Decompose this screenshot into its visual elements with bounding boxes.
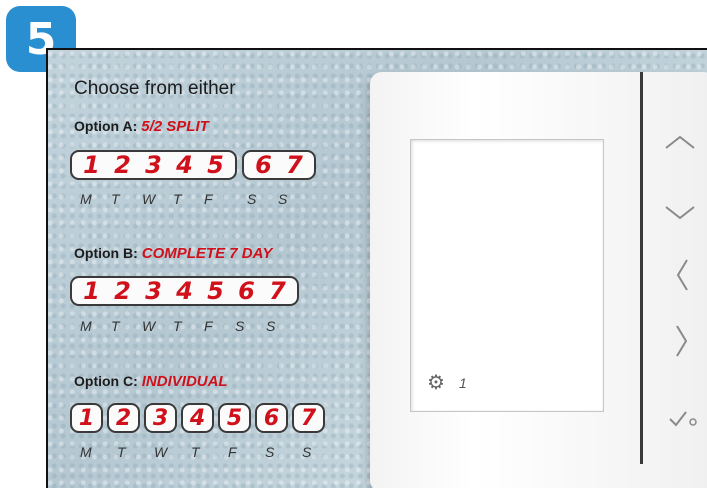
day-number: 3 — [152, 405, 169, 431]
day-number: 4 — [189, 405, 206, 431]
option-a-weekend-group[interactable]: 6 7 — [242, 150, 316, 180]
option-c-day-3[interactable]: 3 — [144, 403, 177, 433]
day-number: 3 — [145, 151, 162, 179]
option-c-day-1[interactable]: 1 — [70, 403, 103, 433]
option-b-name: COMPLETE 7 DAY — [141, 245, 273, 262]
day-number: 1 — [83, 151, 100, 179]
option-c-day-5[interactable]: 5 — [218, 403, 251, 433]
day-number: 7 — [269, 277, 286, 305]
option-a-day-letters: M T W T F S S — [80, 191, 309, 207]
option-b-all-days-group[interactable]: 1 2 3 4 5 6 7 — [70, 276, 299, 306]
day-letter: F — [204, 318, 213, 334]
option-c-day-7[interactable]: 7 — [292, 403, 325, 433]
day-letter: F — [228, 444, 237, 460]
option-b-label: Option B: — [74, 245, 138, 261]
option-c-day-4[interactable]: 4 — [181, 403, 214, 433]
option-c-name: INDIVIDUAL — [141, 373, 228, 390]
day-letter: S — [265, 444, 275, 460]
day-number: 5 — [207, 277, 224, 305]
day-letter: M — [80, 444, 92, 460]
option-a-heading: Option A: 5/2 SPLIT — [74, 118, 209, 135]
day-number: 4 — [176, 151, 193, 179]
option-c-day-groups: 1 2 3 4 5 6 7 — [70, 403, 325, 433]
option-c-day-2[interactable]: 2 — [107, 403, 140, 433]
day-letter: T — [117, 444, 126, 460]
chevron-right-icon[interactable] — [674, 324, 690, 363]
option-c-heading: Option C: INDIVIDUAL — [74, 373, 228, 390]
day-number: 7 — [300, 405, 317, 431]
instruction-panel: Choose from either Option A: 5/2 SPLIT 1 … — [46, 48, 707, 488]
day-letter: S — [278, 191, 288, 207]
day-letter: S — [302, 444, 312, 460]
screen-program-number: 1 — [459, 375, 467, 391]
gear-icon: ⚙ — [427, 372, 445, 394]
option-c-label: Option C: — [74, 373, 138, 389]
day-letter: M — [80, 318, 92, 334]
day-letter: S — [235, 318, 245, 334]
chevron-down-icon[interactable] — [664, 196, 696, 228]
option-a-day-groups: 1 2 3 4 5 6 7 — [70, 150, 316, 180]
option-b-heading: Option B: COMPLETE 7 DAY — [74, 245, 272, 262]
day-letter: T — [173, 191, 182, 207]
option-a-weekday-group[interactable]: 1 2 3 4 5 — [70, 150, 237, 180]
day-number: 7 — [286, 151, 303, 179]
day-number: 1 — [78, 405, 95, 431]
option-c-day-letters: M T W T F S S — [80, 444, 339, 460]
day-number: 2 — [114, 151, 131, 179]
day-number: 1 — [83, 277, 100, 305]
day-number: 4 — [176, 277, 193, 305]
option-c-day-6[interactable]: 6 — [255, 403, 288, 433]
day-number: 2 — [115, 405, 132, 431]
day-number: 5 — [207, 151, 224, 179]
day-number: 6 — [238, 277, 255, 305]
chevron-up-icon[interactable] — [664, 124, 696, 156]
day-letter: S — [266, 318, 276, 334]
chevron-left-icon[interactable] — [674, 258, 690, 297]
day-letter: W — [142, 318, 156, 334]
day-number: 6 — [263, 405, 280, 431]
day-letter: F — [204, 191, 213, 207]
thermostat-divider — [640, 72, 643, 464]
day-letter: T — [111, 318, 120, 334]
intro-text: Choose from either — [74, 78, 236, 99]
option-a-name: 5/2 SPLIT — [141, 118, 209, 135]
day-letter: W — [154, 444, 168, 460]
day-number: 2 — [114, 277, 131, 305]
day-letter: W — [142, 191, 156, 207]
day-letter: M — [80, 191, 92, 207]
day-number: 3 — [145, 277, 162, 305]
day-letter: T — [111, 191, 120, 207]
day-letter: T — [173, 318, 182, 334]
checkmark-icon[interactable] — [668, 402, 698, 434]
option-a-label: Option A: — [74, 118, 138, 134]
thermostat-device: ⚙ 1 — [370, 72, 707, 488]
day-letter: T — [191, 444, 200, 460]
thermostat-screen: ⚙ 1 — [410, 139, 604, 412]
day-number: 5 — [226, 405, 243, 431]
option-b-day-groups: 1 2 3 4 5 6 7 — [70, 276, 299, 306]
day-number: 6 — [255, 151, 272, 179]
day-letter: S — [247, 191, 257, 207]
option-b-day-letters: M T W T F S S — [80, 318, 297, 334]
